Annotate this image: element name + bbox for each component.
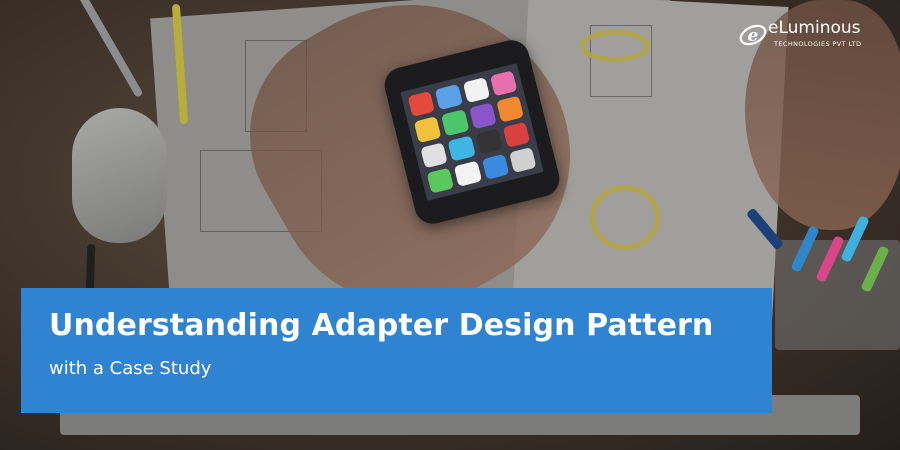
- brand-logo: e eLuminous TECHNOLOGIES PVT LTD: [738, 18, 888, 54]
- hero-image: Understanding Adapter Design Pattern wit…: [0, 0, 900, 450]
- phone-screen: [400, 63, 544, 201]
- article-subtitle: with a Case Study: [49, 358, 212, 379]
- article-title: Understanding Adapter Design Pattern: [49, 308, 714, 343]
- computer-mouse: [72, 108, 167, 243]
- title-banner: Understanding Adapter Design Pattern wit…: [21, 288, 772, 413]
- pen: [76, 0, 144, 98]
- brand-name: eLuminous: [768, 18, 861, 38]
- brand-mark-icon: e: [739, 24, 767, 46]
- highlight-circle: [590, 185, 660, 250]
- svg-text:e: e: [748, 26, 759, 46]
- brand-tagline: TECHNOLOGIES PVT LTD: [774, 40, 862, 48]
- highlight-circle: [580, 30, 650, 62]
